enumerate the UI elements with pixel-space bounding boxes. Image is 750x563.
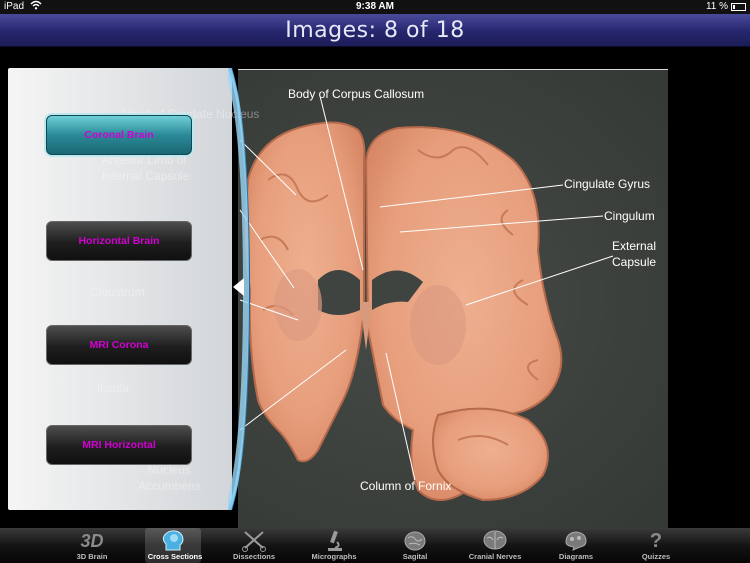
label-cingulum: Cingulum xyxy=(604,209,655,223)
content-area: Body of Corpus Callosum Cingulate Gyrus … xyxy=(0,48,750,528)
label-insula: Insula xyxy=(97,381,130,395)
3d-icon: 3D xyxy=(80,531,104,551)
tab-label: Sagital xyxy=(402,552,428,561)
collapse-panel-arrow[interactable] xyxy=(233,278,244,296)
tab-micrographs[interactable]: Micrographs xyxy=(304,528,364,563)
brain-bottom-icon xyxy=(465,530,525,552)
tab-diagrams[interactable]: Diagrams xyxy=(546,528,606,563)
brain-section-drawing xyxy=(239,95,614,502)
scissors-icon xyxy=(224,530,284,552)
tab-label: 3D Brain xyxy=(76,552,108,561)
microscope-icon xyxy=(304,530,364,552)
label-cingulate-gyrus: Cingulate Gyrus xyxy=(564,177,651,191)
battery-percent: 11 % xyxy=(705,1,728,12)
tab-cross-sections[interactable]: Cross Sections xyxy=(145,528,202,563)
brain-section-image xyxy=(238,70,668,528)
battery-icon xyxy=(731,3,746,11)
horizontal-brain-button[interactable]: Horizontal Brain xyxy=(46,221,192,261)
question-icon: ? xyxy=(649,530,663,552)
label-external-capsule: External Capsule xyxy=(612,239,657,269)
mri-corona-button[interactable]: MRI Corona xyxy=(46,325,192,365)
label-anterior-limb-internal-capsule: Anterior Limb of Internal Capsule xyxy=(102,153,190,183)
tab-label: Diagrams xyxy=(558,552,594,561)
tab-label: Cranial Nerves xyxy=(468,552,522,561)
tab-label: Micrographs xyxy=(311,552,357,561)
mri-horizontal-button[interactable]: MRI Horizontal xyxy=(46,425,192,465)
title-bar: Images: 8 of 18 xyxy=(0,14,750,47)
status-bar: iPad 9:38 AM 11 % xyxy=(0,0,750,14)
tab-3d-brain[interactable]: 3D 3D Brain xyxy=(62,528,122,563)
label-column-of-fornix: Column of Fornix xyxy=(360,479,452,493)
tab-dissections[interactable]: Dissections xyxy=(224,528,284,563)
clock: 9:38 AM xyxy=(356,1,394,12)
tab-bar: 3D 3D Brain Cross Sections Dissections M… xyxy=(0,528,750,563)
tab-sagital[interactable]: Sagital xyxy=(385,528,445,563)
page-title: Images: 8 of 18 xyxy=(285,18,465,43)
brain-diagram-icon xyxy=(546,530,606,552)
label-body-of-corpus-callosum: Body of Corpus Callosum xyxy=(288,87,425,101)
coronal-brain-button[interactable]: Coronal Brain xyxy=(46,115,192,155)
tab-label: Quizzes xyxy=(641,552,671,561)
label-nucleus-accumbens: Nucleus Accumbens xyxy=(138,463,201,493)
tab-label: Dissections xyxy=(232,552,276,561)
tab-label: Cross Sections xyxy=(147,552,203,561)
head-icon xyxy=(145,530,201,552)
tab-cranial-nerves[interactable]: Cranial Nerves xyxy=(465,528,525,563)
label-claustrum: Claustrum xyxy=(90,285,145,299)
tab-quizzes[interactable]: ? Quizzes xyxy=(626,528,686,563)
brain-side-icon xyxy=(385,530,445,552)
